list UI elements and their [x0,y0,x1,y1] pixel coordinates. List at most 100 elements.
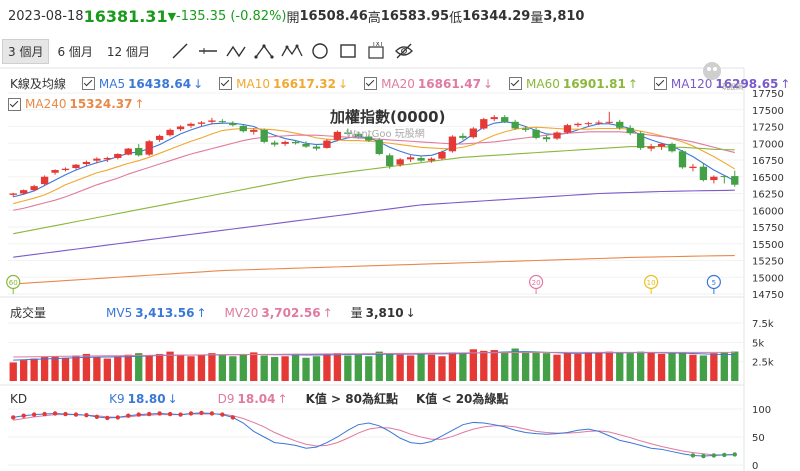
k9-dir: ↓ [167,391,178,406]
candle-body [647,146,655,149]
kd-tick-label: 100 [752,405,771,416]
volume-bar [396,354,404,381]
volume-bar [563,353,572,381]
candle-body [103,157,112,160]
volume-bar [93,357,101,381]
volume-bar [710,353,718,381]
vol-value: 3,810 [365,305,404,320]
price-tick-label: 15000 [752,273,784,284]
mv5-dir: ↑ [196,305,207,320]
kd-green-dot [732,452,737,457]
kd-red-dot [178,412,183,417]
volume-bar [229,356,237,381]
volume-bar [344,355,352,381]
ma60-checkbox[interactable] [509,77,522,90]
ma20-checkbox[interactable] [364,77,378,90]
volume-bar [354,354,362,381]
price-tick-label: 17250 [752,123,784,134]
candle-body [145,141,153,155]
ma-line-ma120 [13,189,735,258]
volume-bar [176,354,185,381]
volume-bar [72,355,80,381]
ma5-value: 16438.64 [128,76,192,91]
price-tick-label: 17000 [752,139,784,150]
ma60-name: MA60 [526,76,560,91]
volume-bar [281,356,289,381]
price-tick-label: 16000 [752,206,784,217]
volume-bar [490,350,498,381]
candle-body [480,119,488,129]
kd-red-dot [157,411,162,416]
candle-body [699,166,708,181]
k9-name: K9 [109,391,125,406]
volume-bar [51,356,59,381]
ma5-name: MA5 [98,76,126,91]
volume-bar [323,353,331,381]
kd-tick-label: 0 [752,461,758,471]
kd-red-dot [105,415,110,421]
volume-bar [114,356,122,381]
kd-green-dot [701,453,706,459]
kd-red-dot [11,415,16,420]
candle-body [668,143,676,152]
volume-bar [365,356,373,381]
volume-bar [145,355,153,381]
candle-body [291,141,300,144]
candle-body [93,158,101,161]
ma10-checkbox[interactable] [219,77,233,90]
d9-value: 18.04 [237,391,276,406]
price-tick-label: 14750 [752,290,784,301]
ma240-checkbox[interactable] [8,97,21,111]
candle-body [9,193,17,195]
ma-marker-label: 5 [712,279,716,287]
volume-bar [155,353,164,381]
volume-bar [20,360,28,381]
ma60-value: 16901.81 [562,76,626,91]
volume-bar [250,352,258,381]
volume-bar [260,355,268,381]
kline-legend-row2: MA240 15324.37 ↑ [8,97,145,111]
candle-body [710,176,718,181]
d9-dir: ↑ [277,391,288,406]
kd-legend-title: KD [10,391,28,406]
ma120-dir: ↑ [780,76,791,91]
volume-bar [218,354,227,381]
kd-red-dot [42,411,47,417]
candle-body [61,168,70,171]
ma10-dir: ↓ [338,76,349,91]
candle-body [124,148,132,155]
volume-bar [616,352,624,381]
volume-bar [406,355,415,381]
kd-red-dot [230,415,236,420]
volume-bar [291,354,300,381]
kd-red-dot [188,411,194,416]
candle-body [40,176,49,185]
candle-body [270,142,279,145]
candle-body [459,135,467,138]
kd-tick-label: 50 [752,433,765,444]
volume-legend-title: 成交量 [10,306,47,320]
ma5-checkbox[interactable] [81,77,95,90]
volume-bar [521,351,530,381]
candle-body [386,155,394,167]
kd-red-dot [31,412,37,417]
candle-body [250,129,258,132]
volume-bar [30,358,38,381]
ma120-checkbox[interactable] [653,77,667,90]
price-tick-label: 15750 [752,223,784,234]
kd-red-dot [63,411,68,417]
volume-bar [626,353,634,381]
volume-bar [595,353,603,381]
candle-body [532,129,540,138]
volume-bar [40,357,49,381]
candle-body [396,159,404,165]
kd-red-dot [94,414,100,420]
ma10-value: 16617.32 [273,76,337,91]
candle-body [312,146,321,149]
kd-red-dot [21,413,26,418]
ma-line-ma240 [13,254,735,285]
price-tick-label: 16500 [752,173,784,184]
price-tick-label: 17500 [752,106,784,117]
wantgoo-logo: 玩股網 [703,62,743,91]
volume-bar [208,353,216,381]
